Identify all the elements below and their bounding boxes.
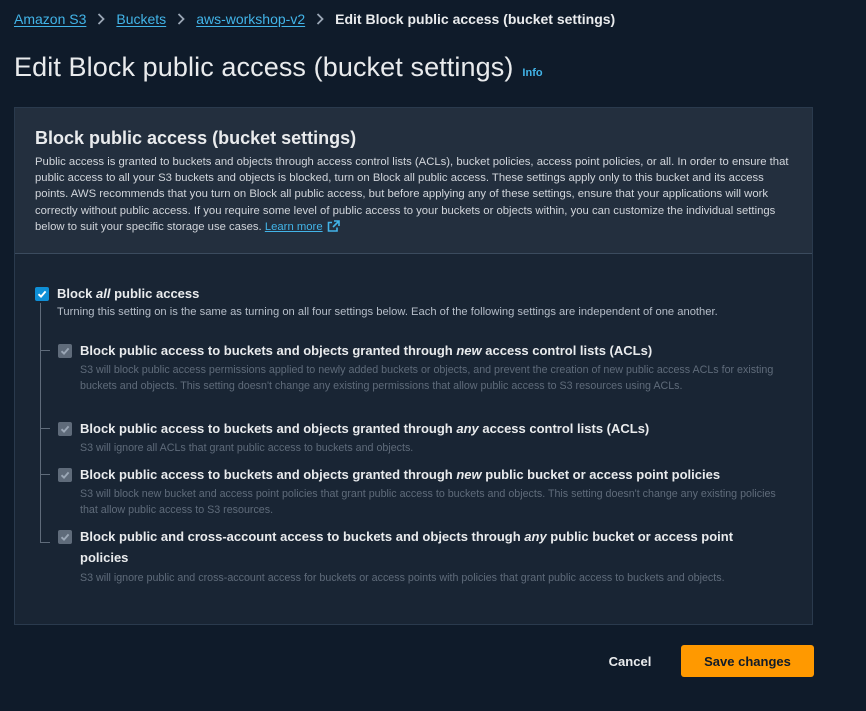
- breadcrumb: Amazon S3 Buckets aws-workshop-v2 Edit B…: [14, 11, 615, 27]
- option-new-policies-label: Block public access to buckets and objec…: [80, 464, 780, 485]
- option-label-post: public bucket or access point policies: [481, 467, 721, 482]
- check-icon: [60, 471, 70, 479]
- tree-branch: [40, 428, 50, 429]
- option-label-pre: Block public access to buckets and objec…: [80, 421, 457, 436]
- option-new-acls-description: S3 will block public access permissions …: [80, 364, 774, 392]
- option-any-policies-label: Block public and cross-account access to…: [80, 526, 780, 568]
- option-label-em: any: [456, 421, 479, 436]
- option-any-acls-label: Block public access to buckets and objec…: [80, 418, 780, 439]
- check-icon: [37, 290, 47, 298]
- option-label-post: access control lists (ACLs): [478, 421, 650, 436]
- option-any-acls-description: S3 will ignore all ACLs that grant publi…: [80, 442, 414, 454]
- breadcrumb-amazon-s3[interactable]: Amazon S3: [14, 11, 86, 27]
- chevron-right-icon: [305, 13, 335, 25]
- option-label-pre: Block public access to buckets and objec…: [80, 343, 457, 358]
- info-link[interactable]: Info: [522, 67, 542, 79]
- tree-branch: [40, 542, 50, 543]
- option-label-em: new: [456, 343, 482, 358]
- option-new-policies-checkbox[interactable]: [58, 468, 72, 482]
- block-all-label-pre: Block: [57, 286, 97, 301]
- panel-description: Public access is granted to buckets and …: [35, 154, 795, 237]
- learn-more-link[interactable]: Learn more: [264, 220, 340, 233]
- breadcrumb-buckets[interactable]: Buckets: [116, 11, 166, 27]
- option-label-pre: Block public and cross-account access to…: [80, 529, 525, 544]
- option-any-policies-checkbox[interactable]: [58, 530, 72, 544]
- breadcrumb-bucket-name[interactable]: aws-workshop-v2: [196, 11, 305, 27]
- block-all-description: Turning this setting on is the same as t…: [57, 306, 718, 318]
- option-label-post: access control lists (ACLs): [481, 343, 653, 358]
- save-changes-button[interactable]: Save changes: [681, 645, 814, 677]
- breadcrumb-current: Edit Block public access (bucket setting…: [335, 11, 616, 27]
- option-label-pre: Block public access to buckets and objec…: [80, 467, 457, 482]
- page-header: Edit Block public access (bucket setting…: [14, 52, 543, 83]
- option-any-policies-description: S3 will ignore public and cross-account …: [80, 572, 725, 584]
- tree-branch: [40, 474, 50, 475]
- learn-more-label: Learn more: [264, 220, 323, 233]
- option-label-em: new: [456, 467, 482, 482]
- block-public-access-panel: Block public access (bucket settings) Pu…: [14, 107, 813, 625]
- page-title: Edit Block public access (bucket setting…: [14, 52, 514, 82]
- check-icon: [60, 347, 70, 355]
- panel-description-text: Public access is granted to buckets and …: [35, 156, 789, 233]
- block-all-label: Block all public access: [57, 286, 199, 301]
- cancel-button[interactable]: Cancel: [596, 645, 664, 677]
- option-any-acls-checkbox[interactable]: [58, 422, 72, 436]
- panel-title: Block public access (bucket settings): [35, 128, 357, 148]
- option-new-acls-label: Block public access to buckets and objec…: [80, 340, 780, 361]
- tree-branch: [40, 350, 50, 351]
- tree-line: [40, 303, 41, 543]
- block-all-checkbox[interactable]: [35, 287, 49, 301]
- block-all-label-em: all: [96, 286, 111, 301]
- option-new-policies-description: S3 will block new bucket and access poin…: [80, 488, 776, 516]
- external-link-icon: [327, 220, 340, 237]
- option-new-acls-checkbox[interactable]: [58, 344, 72, 358]
- block-all-label-post: public access: [110, 286, 200, 301]
- chevron-right-icon: [86, 13, 116, 25]
- panel-header: Block public access (bucket settings) Pu…: [15, 108, 812, 254]
- check-icon: [60, 533, 70, 541]
- chevron-right-icon: [166, 13, 196, 25]
- check-icon: [60, 425, 70, 433]
- option-label-em: any: [524, 529, 547, 544]
